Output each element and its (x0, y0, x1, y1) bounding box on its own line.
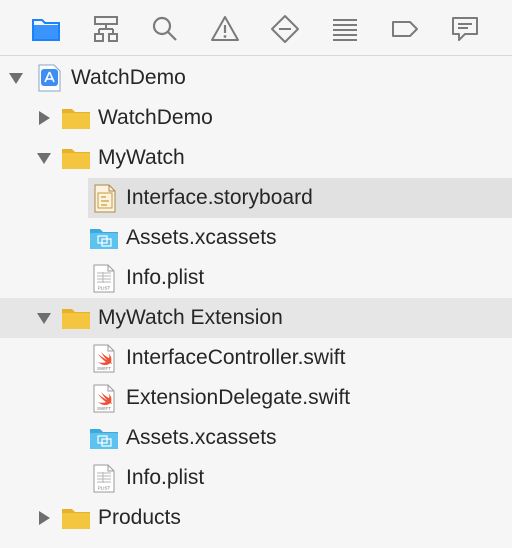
disclosure-expanded-icon[interactable] (35, 309, 53, 327)
list-icon (333, 19, 357, 41)
tree-row-ext-controller[interactable]: SWIFT InterfaceController.swift (0, 338, 512, 378)
tree-row-ext-plist[interactable]: PLIST Info.plist (0, 458, 512, 498)
tree-row-ext-delegate[interactable]: SWIFT ExtensionDelegate.swift (0, 378, 512, 418)
tree-row-label: Interface.storyboard (126, 186, 313, 209)
tree-row-project[interactable]: WatchDemo (0, 58, 512, 98)
search-icon (152, 16, 177, 41)
plist-badge: PLIST (98, 286, 111, 291)
tree-row-ext-assets[interactable]: Assets.xcassets (0, 418, 512, 458)
find-navigator-tab[interactable] (148, 12, 182, 46)
tree-row-products-folder[interactable]: Products (0, 498, 512, 538)
tree-row-label: ExtensionDelegate.swift (126, 386, 351, 409)
navigator-toolbar (0, 0, 512, 56)
test-navigator-tab[interactable] (268, 12, 302, 46)
hierarchy-icon (94, 16, 118, 42)
swift-file-icon: SWIFT (89, 383, 119, 413)
tag-icon (392, 21, 418, 37)
tree-row-mywatch-assets[interactable]: Assets.xcassets (0, 218, 512, 258)
comment-icon (452, 17, 478, 41)
tree-row-mywatch-folder[interactable]: MyWatch (0, 138, 512, 178)
folder-icon (32, 19, 60, 41)
tree-row-mywatch-plist[interactable]: PLIST Info.plist (0, 258, 512, 298)
tree-row-label: Assets.xcassets (126, 226, 277, 249)
warning-icon (211, 16, 239, 41)
asset-catalog-icon (89, 223, 119, 253)
disclosure-expanded-icon[interactable] (35, 149, 53, 167)
tree-row-label: Products (98, 506, 181, 529)
report-navigator-tab[interactable] (448, 12, 482, 46)
xcode-project-icon (34, 63, 64, 93)
disclosure-collapsed-icon[interactable] (35, 109, 53, 127)
folder-icon (61, 103, 91, 133)
tree-row-mywatch-storyboard[interactable]: Interface.storyboard (88, 178, 512, 218)
asset-catalog-icon (89, 423, 119, 453)
symbol-navigator-tab[interactable] (89, 12, 123, 46)
tree-row-extension-folder[interactable]: MyWatch Extension (0, 298, 512, 338)
storyboard-file-icon (90, 183, 120, 213)
tree-row-label: WatchDemo (98, 106, 213, 129)
tree-row-watchdemo-folder[interactable]: WatchDemo (0, 98, 512, 138)
breakpoint-navigator-tab[interactable] (388, 12, 422, 46)
tree-row-label: MyWatch Extension (98, 306, 283, 329)
tree-row-label: MyWatch (98, 146, 185, 169)
folder-icon (61, 143, 91, 173)
tree-row-label: Info.plist (126, 466, 205, 489)
tree-row-label: Assets.xcassets (126, 426, 277, 449)
disclosure-collapsed-icon[interactable] (35, 509, 53, 527)
swift-badge: SWIFT (97, 366, 111, 371)
disclosure-expanded-icon[interactable] (7, 69, 25, 87)
tree-row-label: WatchDemo (71, 66, 186, 89)
tree-row-label: InterfaceController.swift (126, 346, 346, 369)
folder-icon (61, 303, 91, 333)
plist-file-icon: PLIST (89, 263, 119, 293)
project-navigator-tab[interactable] (29, 12, 63, 46)
plist-badge: PLIST (98, 486, 111, 491)
folder-icon (61, 503, 91, 533)
swift-badge: SWIFT (97, 406, 111, 411)
swift-file-icon: SWIFT (89, 343, 119, 373)
test-diamond-icon (271, 15, 299, 43)
plist-file-icon: PLIST (89, 463, 119, 493)
tree-row-label: Info.plist (126, 266, 205, 289)
debug-navigator-tab[interactable] (328, 12, 362, 46)
issue-navigator-tab[interactable] (208, 12, 242, 46)
